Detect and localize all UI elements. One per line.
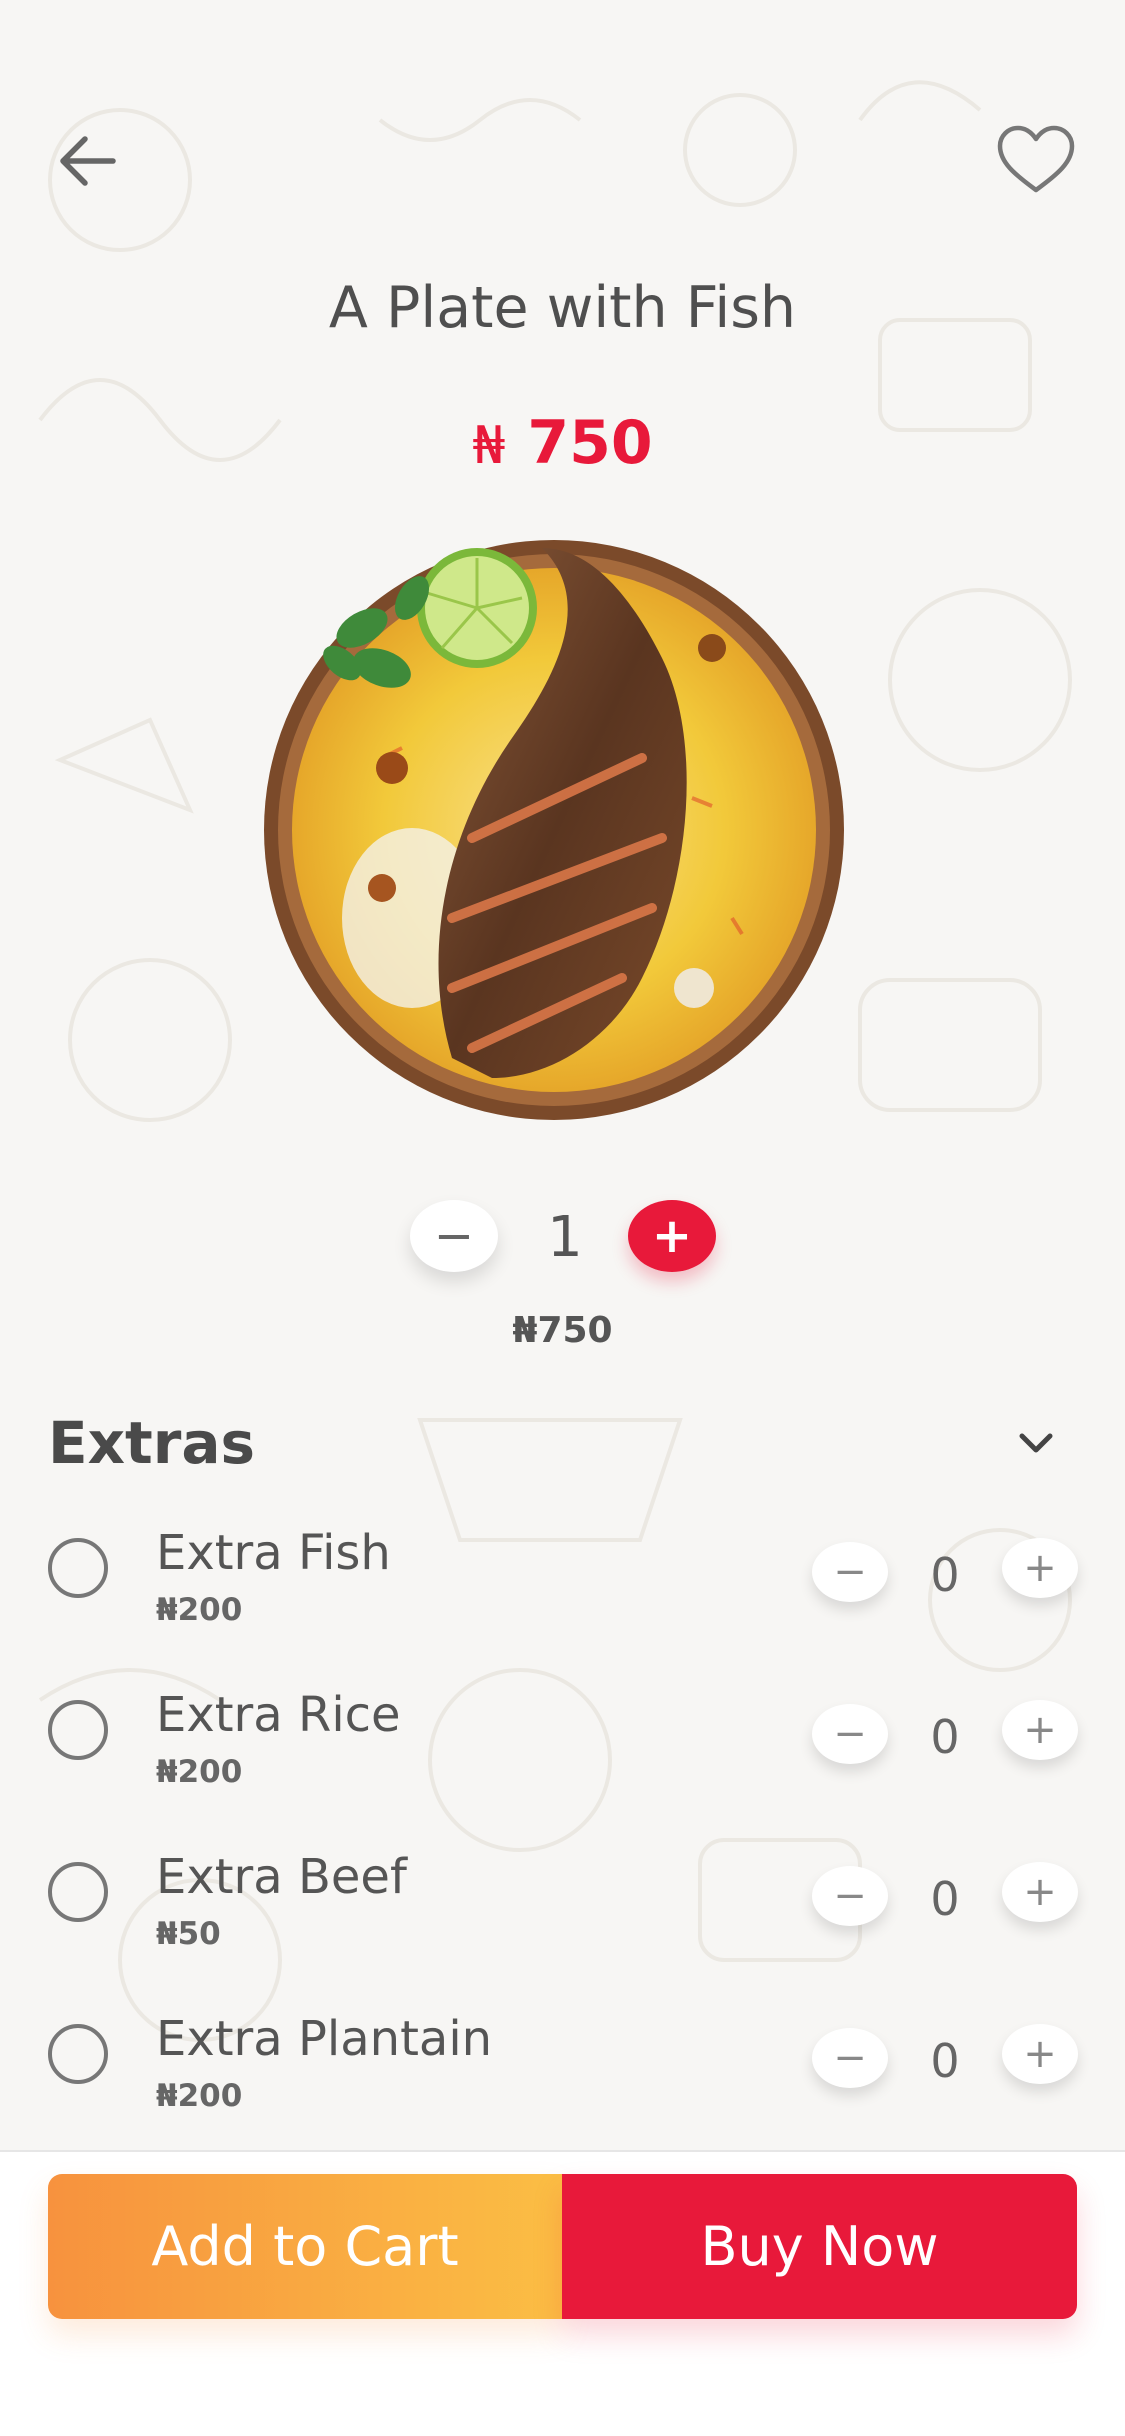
extra-item-price: ₦200 [156, 1592, 243, 1628]
back-button[interactable] [52, 125, 124, 197]
product-title: A Plate with Fish [328, 275, 797, 341]
extras-title: Extras [48, 1409, 256, 1477]
chevron-down-icon[interactable] [1014, 1421, 1058, 1465]
extra-item-name: Extra Beef [156, 1849, 407, 1905]
increase-quantity-button[interactable]: + [628, 1200, 716, 1272]
extra-fish-decrease-button[interactable]: − [812, 1542, 888, 1602]
extra-plantain-quantity: 0 [930, 2034, 960, 2088]
extra-item-name: Extra Fish [156, 1525, 391, 1581]
arrow-left-icon [60, 136, 116, 186]
price-value: 750 [527, 408, 653, 478]
extra-plantain-radio[interactable] [48, 2024, 108, 2084]
extra-plantain-increase-button[interactable]: + [1002, 2024, 1078, 2084]
bottom-action-bar: Add to Cart Buy Now [0, 2150, 1125, 2436]
heart-outline-icon [997, 125, 1075, 193]
extra-item-name: Extra Rice [156, 1687, 401, 1743]
extra-item-beef: Extra Beef ₦50 − 0 + [0, 1844, 1125, 1984]
extra-rice-quantity: 0 [930, 1710, 960, 1764]
extra-beef-quantity: 0 [930, 1872, 960, 1926]
extra-beef-decrease-button[interactable]: − [812, 1866, 888, 1926]
extra-beef-increase-button[interactable]: + [1002, 1862, 1078, 1922]
buy-now-button[interactable]: Buy Now [562, 2174, 1077, 2319]
extra-item-plantain: Extra Plantain ₦200 − 0 + [0, 2006, 1125, 2146]
extra-fish-radio[interactable] [48, 1538, 108, 1598]
subtotal-price: ₦750 [512, 1310, 613, 1351]
extra-item-name: Extra Plantain [156, 2011, 493, 2067]
quantity-stepper: − 1 + [0, 1200, 1125, 1280]
extra-rice-decrease-button[interactable]: − [812, 1704, 888, 1764]
extra-item-rice: Extra Rice ₦200 − 0 + [0, 1682, 1125, 1822]
extra-item-fish: Extra Fish ₦200 − 0 + [0, 1520, 1125, 1660]
extra-fish-quantity: 0 [930, 1548, 960, 1602]
extra-item-price: ₦50 [156, 1916, 221, 1952]
extra-plantain-decrease-button[interactable]: − [812, 2028, 888, 2088]
extra-beef-radio[interactable] [48, 1862, 108, 1922]
add-to-cart-button[interactable]: Add to Cart [48, 2174, 562, 2319]
extra-item-price: ₦200 [156, 2078, 243, 2114]
product-price: ₦ 750 [0, 408, 1125, 478]
favorite-button[interactable] [992, 118, 1080, 202]
extras-header[interactable]: Extras [48, 1403, 1078, 1483]
currency-symbol: ₦ [472, 416, 506, 476]
extra-fish-increase-button[interactable]: + [1002, 1538, 1078, 1598]
fish-rice-plate-image [264, 540, 844, 1120]
extra-rice-radio[interactable] [48, 1700, 108, 1760]
extra-rice-increase-button[interactable]: + [1002, 1700, 1078, 1760]
extra-item-price: ₦200 [156, 1754, 243, 1790]
quantity-value: 1 [547, 1205, 583, 1270]
decrease-quantity-button[interactable]: − [410, 1200, 498, 1272]
